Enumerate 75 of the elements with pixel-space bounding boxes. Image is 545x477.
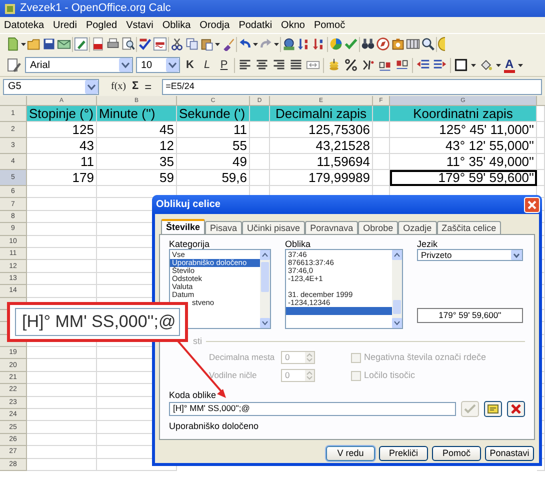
option-label: Vodilne ničle bbox=[209, 369, 258, 382]
table-cell: Stopinje (°) bbox=[27, 106, 97, 122]
menu-item[interactable]: Okno bbox=[281, 18, 305, 32]
dialog-button[interactable]: V redu bbox=[326, 446, 375, 461]
table-cell: 49 bbox=[177, 154, 250, 170]
table-cell: 59 bbox=[97, 170, 177, 186]
tab[interactable]: Učinki pisave bbox=[242, 221, 306, 234]
font-size-box[interactable]: 10 bbox=[136, 57, 180, 73]
table-cell: 125° 45' 11,000'' bbox=[390, 122, 537, 138]
menu-item[interactable]: Podatki bbox=[238, 18, 272, 32]
underline-button[interactable]: P bbox=[217, 56, 231, 74]
table-cell: 11 bbox=[177, 122, 250, 138]
window-title: Zvezek1 - OpenOffice.org Calc bbox=[20, 1, 171, 16]
font-name-value: Arial bbox=[30, 58, 50, 72]
dialog-title: Oblikuj celice bbox=[156, 198, 220, 212]
table-cell: Koordinatni zapis bbox=[390, 106, 537, 122]
table-cell: 125,75306 bbox=[270, 122, 373, 138]
function-button[interactable]: = bbox=[144, 78, 152, 96]
name-box[interactable]: G5 bbox=[3, 78, 99, 94]
field-label: Kategorija bbox=[169, 239, 211, 249]
sum-button[interactable]: Σ bbox=[132, 78, 139, 95]
italic-button[interactable]: L bbox=[200, 56, 214, 74]
table-cell: 35 bbox=[97, 154, 177, 170]
tab[interactable]: Ozadje bbox=[398, 221, 437, 234]
table-cell: 125 bbox=[27, 122, 97, 138]
table-cell: 11° 35' 49,000'' bbox=[390, 154, 537, 170]
table-cell: 55 bbox=[177, 138, 250, 154]
tab[interactable]: Številke bbox=[161, 219, 206, 234]
section-label: sti bbox=[193, 335, 202, 348]
dialog-button[interactable]: Prekliči bbox=[379, 446, 428, 461]
bold-button[interactable]: K bbox=[183, 56, 197, 74]
tab[interactable]: Pisava bbox=[205, 221, 242, 234]
table-cell: 43 bbox=[27, 138, 97, 154]
magnified-format-code: [H]° MM' SS,000'';@ bbox=[15, 308, 180, 336]
checkbox-label: Negativna števila označi rdeče bbox=[364, 350, 486, 364]
font-size-value: 10 bbox=[141, 58, 152, 72]
dialog-button[interactable]: Ponastavi bbox=[485, 446, 534, 461]
table-cell: Decimalni zapis bbox=[270, 106, 373, 122]
table-cell: 43° 12' 55,000'' bbox=[390, 138, 537, 154]
formula-input[interactable]: =E5/24 bbox=[162, 78, 542, 94]
table-cell: 11 bbox=[27, 154, 97, 170]
table-cell: 179,99989 bbox=[270, 170, 373, 186]
menu-item[interactable]: Oblika bbox=[162, 18, 191, 32]
font-color-button[interactable]: A bbox=[504, 58, 515, 72]
table-cell: 43,21528 bbox=[270, 138, 373, 154]
table-cell: 11,59694 bbox=[270, 154, 373, 170]
menu-item[interactable]: Pogled bbox=[86, 18, 118, 32]
font-name-box[interactable]: Arial bbox=[25, 57, 133, 73]
tab[interactable]: Zaščita celice bbox=[436, 221, 502, 234]
menu-item[interactable]: Vstavi bbox=[126, 18, 154, 32]
menu-item[interactable]: Orodja bbox=[200, 18, 230, 32]
language-dropdown[interactable]: Privzeto bbox=[417, 249, 523, 261]
menu-item[interactable]: Uredi bbox=[53, 18, 77, 32]
field-label: Jezik bbox=[417, 239, 439, 249]
format-code-field[interactable]: [H]° MM' SS,000'';@ bbox=[169, 402, 456, 416]
tab[interactable]: Obrobe bbox=[358, 221, 398, 234]
format-description: Uporabniško določeno bbox=[169, 420, 260, 433]
table-cell: Sekunde (') bbox=[177, 106, 250, 122]
table-cell: 179 bbox=[27, 170, 97, 186]
option-label: Decimalna mesta bbox=[209, 351, 276, 364]
menu-item[interactable]: Pomoč bbox=[314, 18, 346, 32]
checkbox-label: Ločilo tisočic bbox=[364, 368, 416, 382]
menu-item[interactable]: Datoteka bbox=[4, 18, 44, 32]
dialog-button[interactable]: Pomoč bbox=[432, 446, 481, 461]
field-label: Oblika bbox=[285, 239, 312, 249]
field-label: Koda oblike bbox=[169, 388, 218, 400]
table-cell: Minute ('') bbox=[97, 106, 177, 122]
table-cell: 59,6 bbox=[177, 170, 250, 186]
table-cell: 12 bbox=[97, 138, 177, 154]
format-preview: 179° 59' 59,600'' bbox=[417, 308, 523, 323]
table-cell: 179° 59' 59,600'' bbox=[390, 170, 537, 186]
table-cell: 45 bbox=[97, 122, 177, 138]
cell-reference: G5 bbox=[8, 80, 22, 94]
function-wizard-button[interactable]: f(x) bbox=[111, 79, 126, 94]
tab[interactable]: Poravnava bbox=[305, 221, 358, 234]
